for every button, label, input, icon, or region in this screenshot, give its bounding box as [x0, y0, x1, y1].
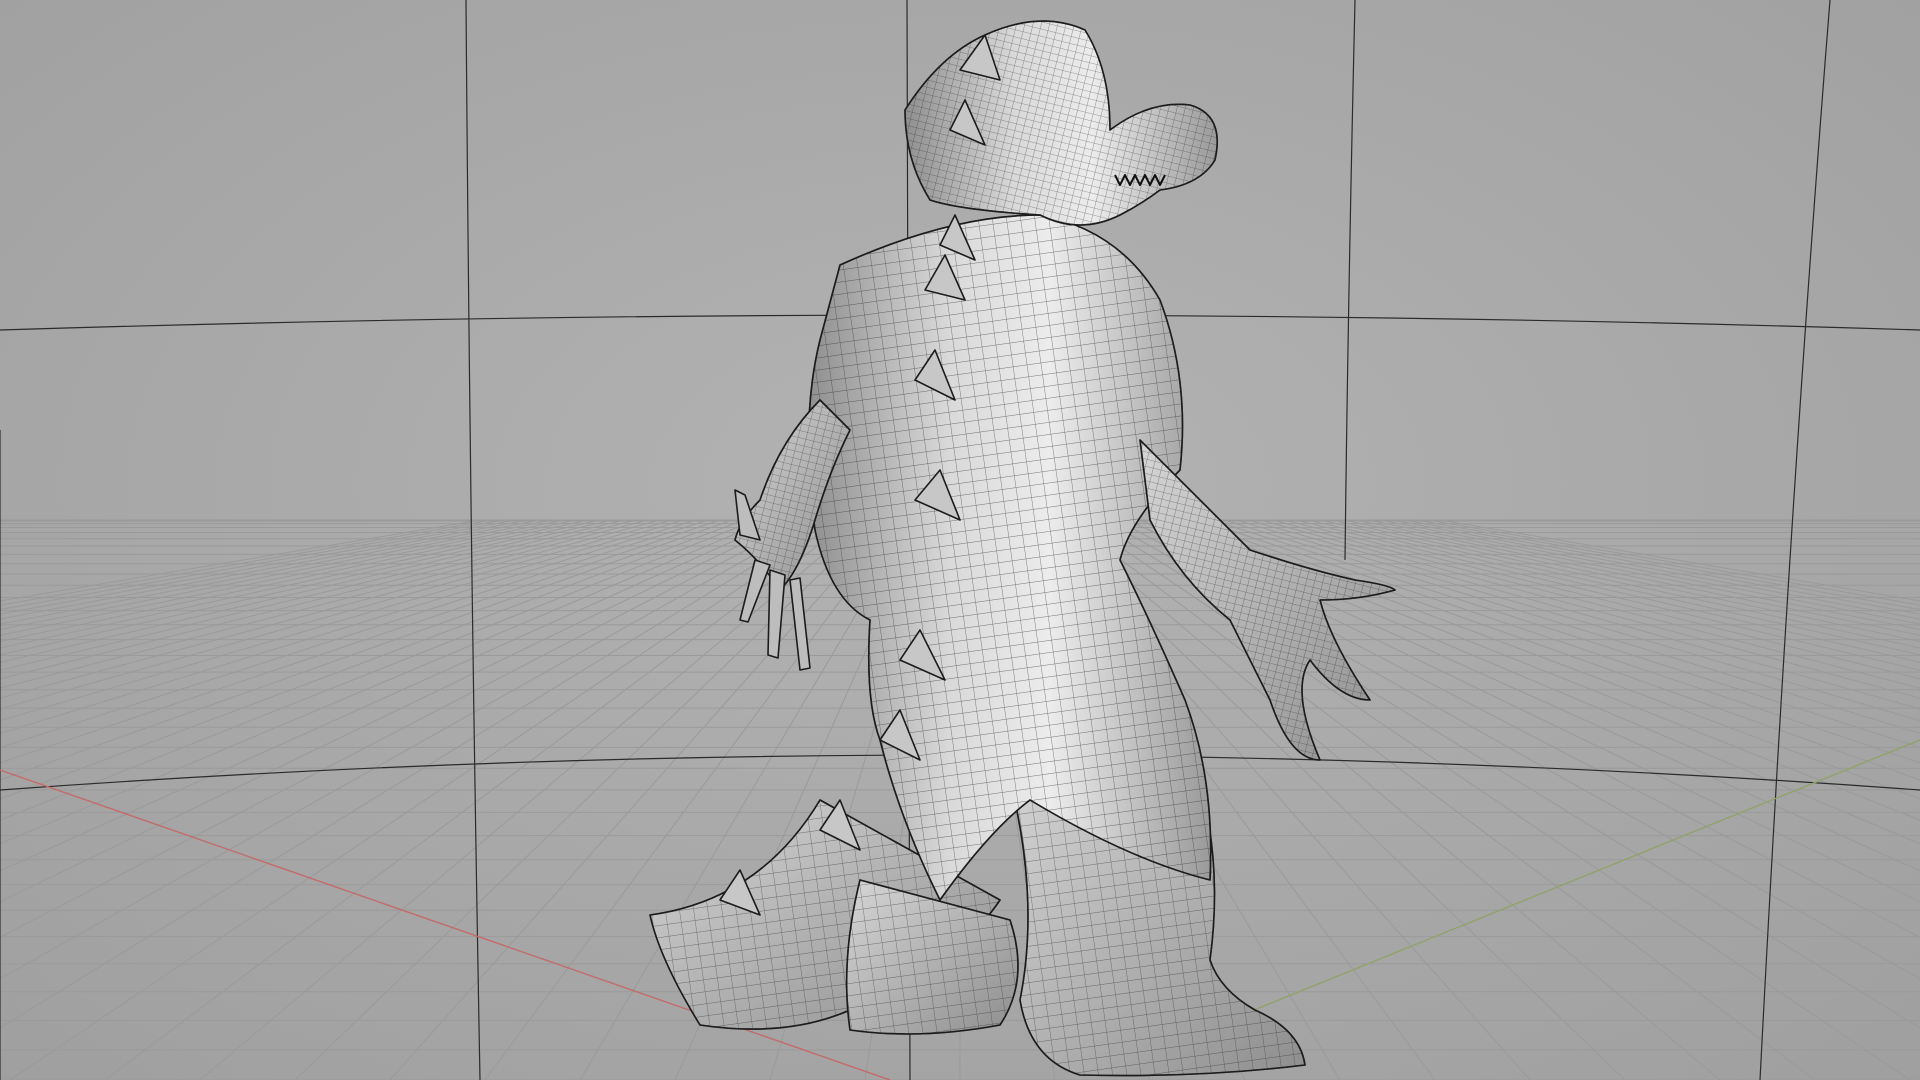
viewport-canvas[interactable] [0, 0, 1920, 1080]
3d-viewport[interactable] [0, 0, 1920, 1080]
